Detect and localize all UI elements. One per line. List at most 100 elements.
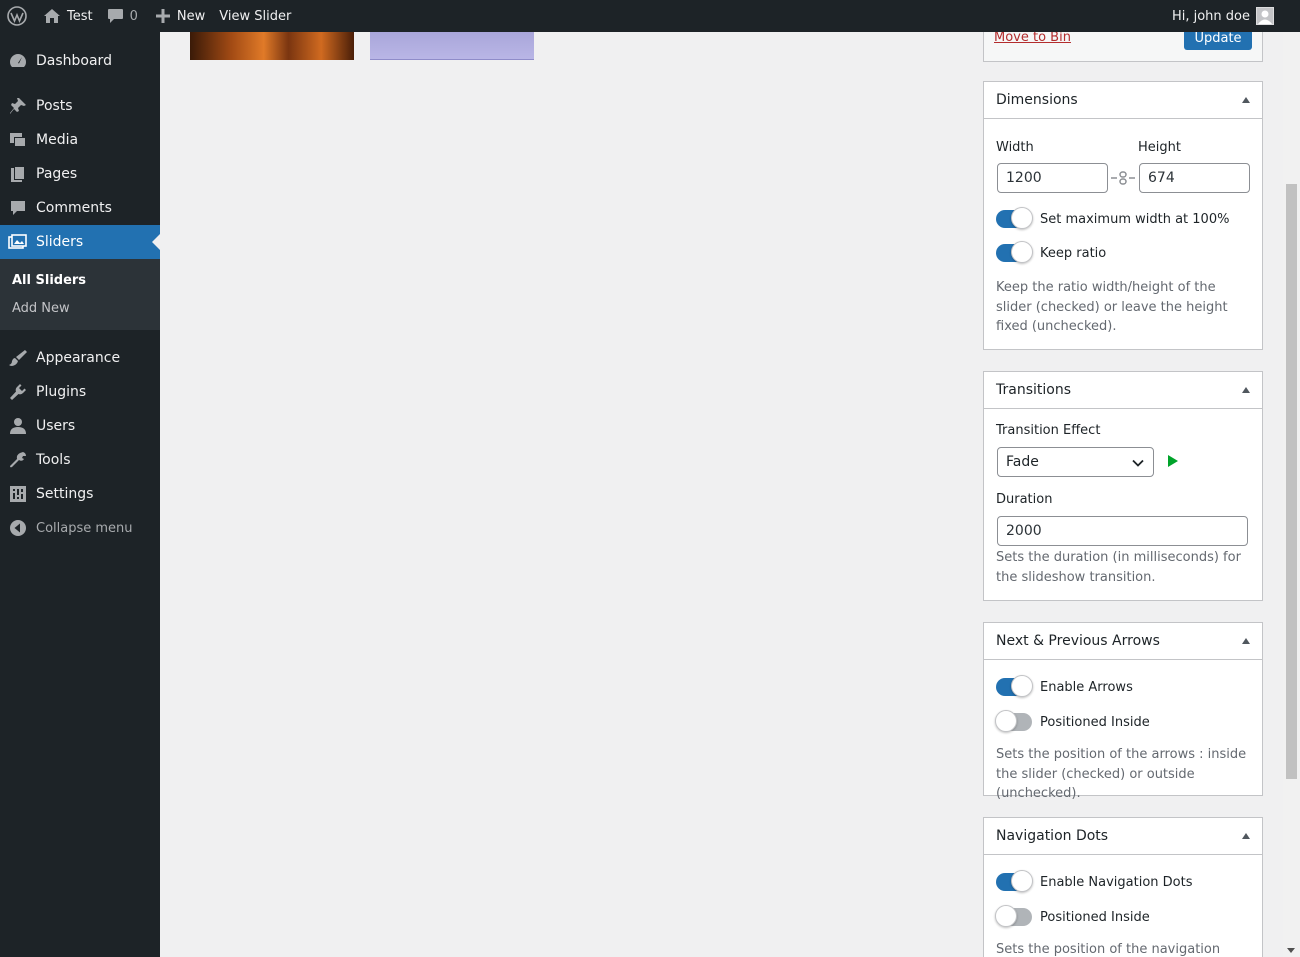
menu-item-comments[interactable]: Comments [0,191,160,225]
wordpress-logo-icon[interactable] [0,0,36,32]
link-dimensions-icon[interactable] [1111,171,1135,185]
menu-label: Settings [36,486,94,502]
dimensions-box: Dimensions Width Height 1200 674 Set max… [983,81,1263,350]
view-slider-link[interactable]: View Slider [212,0,298,32]
dots-box: Navigation Dots Enable Navigation Dots P… [983,817,1263,957]
submenu-add-new[interactable]: Add New [0,294,160,322]
box-title: Next & Previous Arrows [996,633,1160,649]
enable-arrows-label: Enable Arrows [1040,679,1133,695]
duration-label: Duration [996,492,1053,507]
plugin-icon [8,382,28,402]
comments-link[interactable]: 0 [100,0,145,32]
transition-effect-label: Transition Effect [996,423,1101,438]
box-title: Transitions [996,382,1071,398]
menu-label: Users [36,418,76,434]
width-label: Width [996,140,1034,155]
pushpin-icon [8,96,28,116]
menu-label: Posts [36,98,73,114]
collapse-menu-button[interactable]: Collapse menu [0,511,160,545]
menu-item-appearance[interactable]: Appearance [0,341,160,375]
move-to-bin-link[interactable]: Move to Bin [994,30,1071,45]
settings-icon [8,484,28,504]
new-label: New [176,8,206,24]
chevron-down-icon [1132,459,1144,467]
enable-dots-row: Enable Navigation Dots [996,870,1193,893]
keep-ratio-toggle[interactable] [996,241,1033,263]
menu-item-plugins[interactable]: Plugins [0,375,160,409]
dots-header[interactable]: Navigation Dots [984,818,1262,855]
home-icon [44,9,60,23]
scrollbar-thumb[interactable] [1286,184,1297,779]
menu-item-posts[interactable]: Posts [0,89,160,123]
menu-label: Pages [36,166,78,182]
select-value: Fade [1006,454,1039,470]
menu-item-dashboard[interactable]: Dashboard [0,44,160,78]
user-icon [8,416,28,436]
enable-arrows-toggle[interactable] [996,675,1033,697]
new-content-link[interactable]: New [149,0,212,32]
plus-icon [155,9,170,23]
dots-inside-toggle[interactable] [995,905,1032,927]
max-width-toggle-row: Set maximum width at 100% [996,207,1230,230]
preview-play-icon[interactable] [1168,455,1178,467]
height-label: Height [1138,140,1181,155]
pages-icon [8,164,28,184]
site-name: Test [67,8,93,24]
max-width-toggle[interactable] [996,207,1033,229]
paintbrush-icon [8,348,28,368]
menu-item-tools[interactable]: Tools [0,443,160,477]
slider-icon [8,232,28,252]
admin-sidebar: Dashboard Posts Media Pages Comments Sli… [0,32,160,957]
my-account-link[interactable]: Hi, john doe [1165,0,1300,32]
comment-bubble-icon [107,9,123,23]
arrows-inside-toggle[interactable] [995,710,1032,732]
toggle-arrow-icon[interactable] [1242,638,1250,644]
box-title: Navigation Dots [996,828,1109,844]
arrows-header[interactable]: Next & Previous Arrows [984,623,1262,660]
arrows-inside-row: Positioned Inside [995,710,1150,733]
site-name-link[interactable]: Test [36,0,100,32]
box-title: Dimensions [996,92,1078,108]
menu-label: Comments [36,200,112,216]
scroll-down-arrow-icon[interactable] [1287,948,1295,953]
transitions-body: Transition Effect Fade Duration 2000 Set… [984,409,1262,600]
arrows-body: Enable Arrows Positioned Inside Sets the… [984,660,1262,801]
sliders-submenu: All Sliders Add New [0,259,160,330]
admin-bar: Test 0 New View Slider Hi, john doe [0,0,1300,32]
keep-ratio-label: Keep ratio [1040,245,1107,261]
transitions-header[interactable]: Transitions [984,372,1262,409]
arrows-inside-label: Positioned Inside [1040,714,1150,730]
duration-input[interactable]: 2000 [997,516,1248,546]
toggle-arrow-icon[interactable] [1242,97,1250,103]
max-width-label: Set maximum width at 100% [1040,211,1230,227]
menu-label: Sliders [36,234,84,250]
wrench-icon [8,450,28,470]
page-scrollbar[interactable] [1283,32,1300,957]
transition-effect-select[interactable]: Fade [997,447,1154,477]
enable-dots-toggle[interactable] [996,870,1033,892]
submenu-all-sliders[interactable]: All Sliders [0,266,160,294]
menu-item-settings[interactable]: Settings [0,477,160,511]
menu-label: Tools [36,452,71,468]
avatar [1256,7,1274,25]
menu-label: Plugins [36,384,87,400]
slide-thumbnail[interactable] [190,32,354,60]
menu-item-sliders[interactable]: Sliders [0,225,160,259]
dots-inside-row: Positioned Inside [995,905,1150,928]
height-input[interactable]: 674 [1139,163,1250,193]
keep-ratio-toggle-row: Keep ratio [996,241,1107,264]
media-icon [8,130,28,150]
dimensions-header[interactable]: Dimensions [984,82,1262,119]
collapse-arrow-icon [8,518,28,538]
slide-thumbnail[interactable] [370,32,534,60]
menu-item-pages[interactable]: Pages [0,157,160,191]
toggle-arrow-icon[interactable] [1242,833,1250,839]
arrows-help: Sets the position of the arrows : inside… [996,747,1247,801]
menu-item-media[interactable]: Media [0,123,160,157]
toggle-arrow-icon[interactable] [1242,387,1250,393]
arrows-box: Next & Previous Arrows Enable Arrows Pos… [983,622,1263,801]
publish-box: Move to Bin Update [983,26,1263,62]
width-input[interactable]: 1200 [997,163,1108,193]
view-slider-label: View Slider [219,8,292,24]
menu-item-users[interactable]: Users [0,409,160,443]
